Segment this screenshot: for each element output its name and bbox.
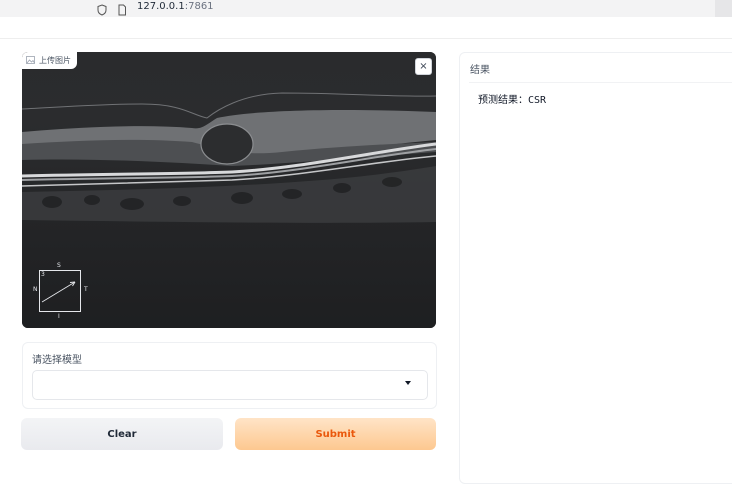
image-icon [26, 55, 35, 66]
dropdown-caret-icon[interactable] [405, 381, 411, 385]
model-dropdown[interactable] [32, 370, 428, 400]
model-select-label: 请选择模型 [32, 355, 82, 366]
url-text[interactable]: 127.0.0.1:7861 [137, 1, 214, 13]
browser-address-bar[interactable]: 127.0.0.1:7861 [0, 0, 732, 17]
model-select-card: 请选择模型 [22, 342, 437, 409]
image-upload-label-text: 上传图片 [39, 56, 71, 65]
orientation-top: S [57, 262, 61, 269]
url-host: 127.0.0.1 [137, 1, 185, 12]
orientation-left: N [33, 286, 38, 293]
orientation-bottom: I [58, 313, 60, 320]
image-upload-label: 上传图片 [22, 52, 77, 69]
result-label: 结果 [470, 65, 490, 76]
result-text: 预测结果：CSR [478, 95, 547, 106]
orientation-arrow-icon [41, 281, 76, 303]
result-output[interactable]: 预测结果：CSR [469, 82, 732, 483]
clear-button[interactable]: Clear [21, 418, 223, 450]
shield-icon[interactable] [97, 1, 107, 20]
page-icon [117, 1, 127, 20]
browser-toolbar-button[interactable] [715, 0, 732, 17]
scan-orientation-indicator: S 3 N T I [33, 262, 91, 322]
url-port: :7861 [184, 1, 214, 12]
divider [0, 38, 732, 39]
orientation-right: T [84, 286, 88, 293]
result-card: 结果 预测结果：CSR [459, 52, 732, 484]
close-symbol: × [419, 60, 428, 72]
submit-button[interactable]: Submit [235, 418, 436, 450]
close-icon[interactable]: × [415, 58, 432, 75]
